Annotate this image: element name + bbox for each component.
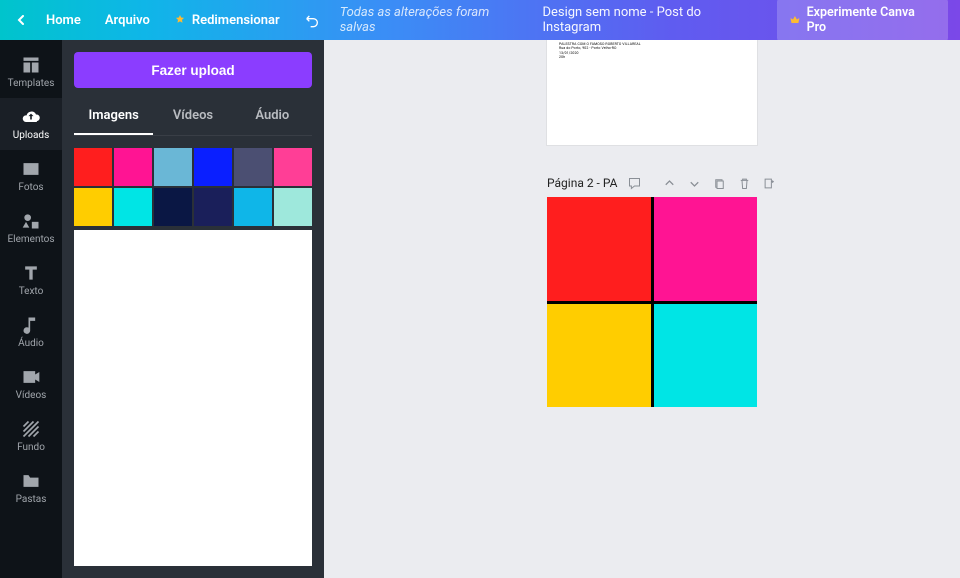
swatch[interactable] [114, 188, 152, 226]
photos-icon [21, 159, 41, 179]
undo-button[interactable] [292, 12, 332, 28]
layout: Templates Uploads Fotos Elementos Texto … [0, 40, 960, 578]
page-label[interactable]: Página 2 - PA [547, 176, 617, 190]
panel-tabs: Imagens Vídeos Áudio [74, 100, 312, 136]
page-wrap: NESTE SÁBADO MARKETING PESSOAL APRENDA A… [384, 60, 920, 407]
nav-label: Pastas [16, 494, 47, 505]
text-icon [21, 263, 41, 283]
nav-audio[interactable]: Áudio [0, 306, 62, 358]
page-toolbar: Página 2 - PA [547, 175, 757, 191]
page-2-canvas[interactable] [547, 197, 757, 407]
tab-images[interactable]: Imagens [74, 100, 153, 135]
page2-quadrant [654, 304, 758, 408]
design-name[interactable]: Design sem nome - Post do Instagram [526, 5, 776, 35]
nav-background[interactable]: Fundo [0, 410, 62, 462]
nav-uploads[interactable]: Uploads [0, 98, 62, 150]
nav-label: Áudio [18, 338, 44, 349]
resize-label: Redimensionar [192, 13, 280, 28]
delete-icon[interactable] [737, 175, 752, 191]
try-pro-button[interactable]: Experimente Canva Pro [777, 0, 948, 42]
uploads-icon [21, 107, 41, 127]
navrail: Templates Uploads Fotos Elementos Texto … [0, 40, 62, 578]
swatch[interactable] [234, 188, 272, 226]
audio-icon [21, 315, 41, 335]
top-header: Home Arquivo Redimensionar Todas as alte… [0, 0, 960, 40]
page2-quadrant [547, 197, 651, 301]
canvas-area[interactable]: NESTE SÁBADO MARKETING PESSOAL APRENDA A… [324, 40, 960, 578]
nav-label: Elementos [7, 234, 54, 245]
pro-label: Experimente Canva Pro [807, 5, 936, 35]
move-up-icon[interactable] [662, 175, 677, 191]
background-icon [21, 419, 41, 439]
duplicate-icon[interactable] [712, 175, 727, 191]
folders-icon [21, 471, 41, 491]
nav-label: Texto [19, 286, 44, 297]
page2-quadrant [547, 304, 651, 408]
home-button[interactable]: Home [34, 0, 93, 40]
back-button[interactable] [8, 15, 34, 25]
swatch-grid [74, 148, 312, 226]
swatch[interactable] [274, 148, 312, 186]
nav-folders[interactable]: Pastas [0, 462, 62, 514]
file-menu[interactable]: Arquivo [93, 0, 162, 40]
swatch[interactable] [74, 188, 112, 226]
swatch[interactable] [194, 188, 232, 226]
saved-status-text: Todas as alterações foram salvas [340, 5, 527, 35]
upload-thumbnail[interactable] [74, 230, 312, 566]
nav-elements[interactable]: Elementos [0, 202, 62, 254]
add-page-icon[interactable] [762, 175, 777, 191]
tab-videos[interactable]: Vídeos [153, 100, 232, 135]
swatch[interactable] [274, 188, 312, 226]
swatch[interactable] [194, 148, 232, 186]
nav-label: Fotos [18, 182, 43, 193]
page-1-canvas[interactable]: NESTE SÁBADO MARKETING PESSOAL APRENDA A… [547, 40, 757, 145]
resize-button[interactable]: Redimensionar [162, 0, 292, 40]
swatch[interactable] [154, 188, 192, 226]
nav-text[interactable]: Texto [0, 254, 62, 306]
swatch[interactable] [154, 148, 192, 186]
notes-icon[interactable] [627, 175, 642, 191]
videos-icon [21, 367, 41, 387]
upload-button[interactable]: Fazer upload [74, 52, 312, 88]
elements-icon [21, 211, 41, 231]
swatch[interactable] [74, 148, 112, 186]
move-down-icon[interactable] [687, 175, 702, 191]
swatch[interactable] [114, 148, 152, 186]
nav-label: Fundo [17, 442, 45, 453]
nav-label: Templates [8, 78, 55, 89]
nav-label: Uploads [13, 130, 49, 141]
nav-label: Vídeos [16, 390, 47, 401]
page1-body: APRENDA A SE POSICIONAR NAS REDES SOCIAI… [559, 40, 745, 60]
swatch[interactable] [234, 148, 272, 186]
page2-quadrant [654, 197, 758, 301]
templates-icon [21, 55, 41, 75]
tab-audio[interactable]: Áudio [233, 100, 312, 135]
nav-videos[interactable]: Vídeos [0, 358, 62, 410]
nav-templates[interactable]: Templates [0, 46, 62, 98]
side-panel: Fazer upload Imagens Vídeos Áudio [62, 40, 324, 578]
nav-photos[interactable]: Fotos [0, 150, 62, 202]
